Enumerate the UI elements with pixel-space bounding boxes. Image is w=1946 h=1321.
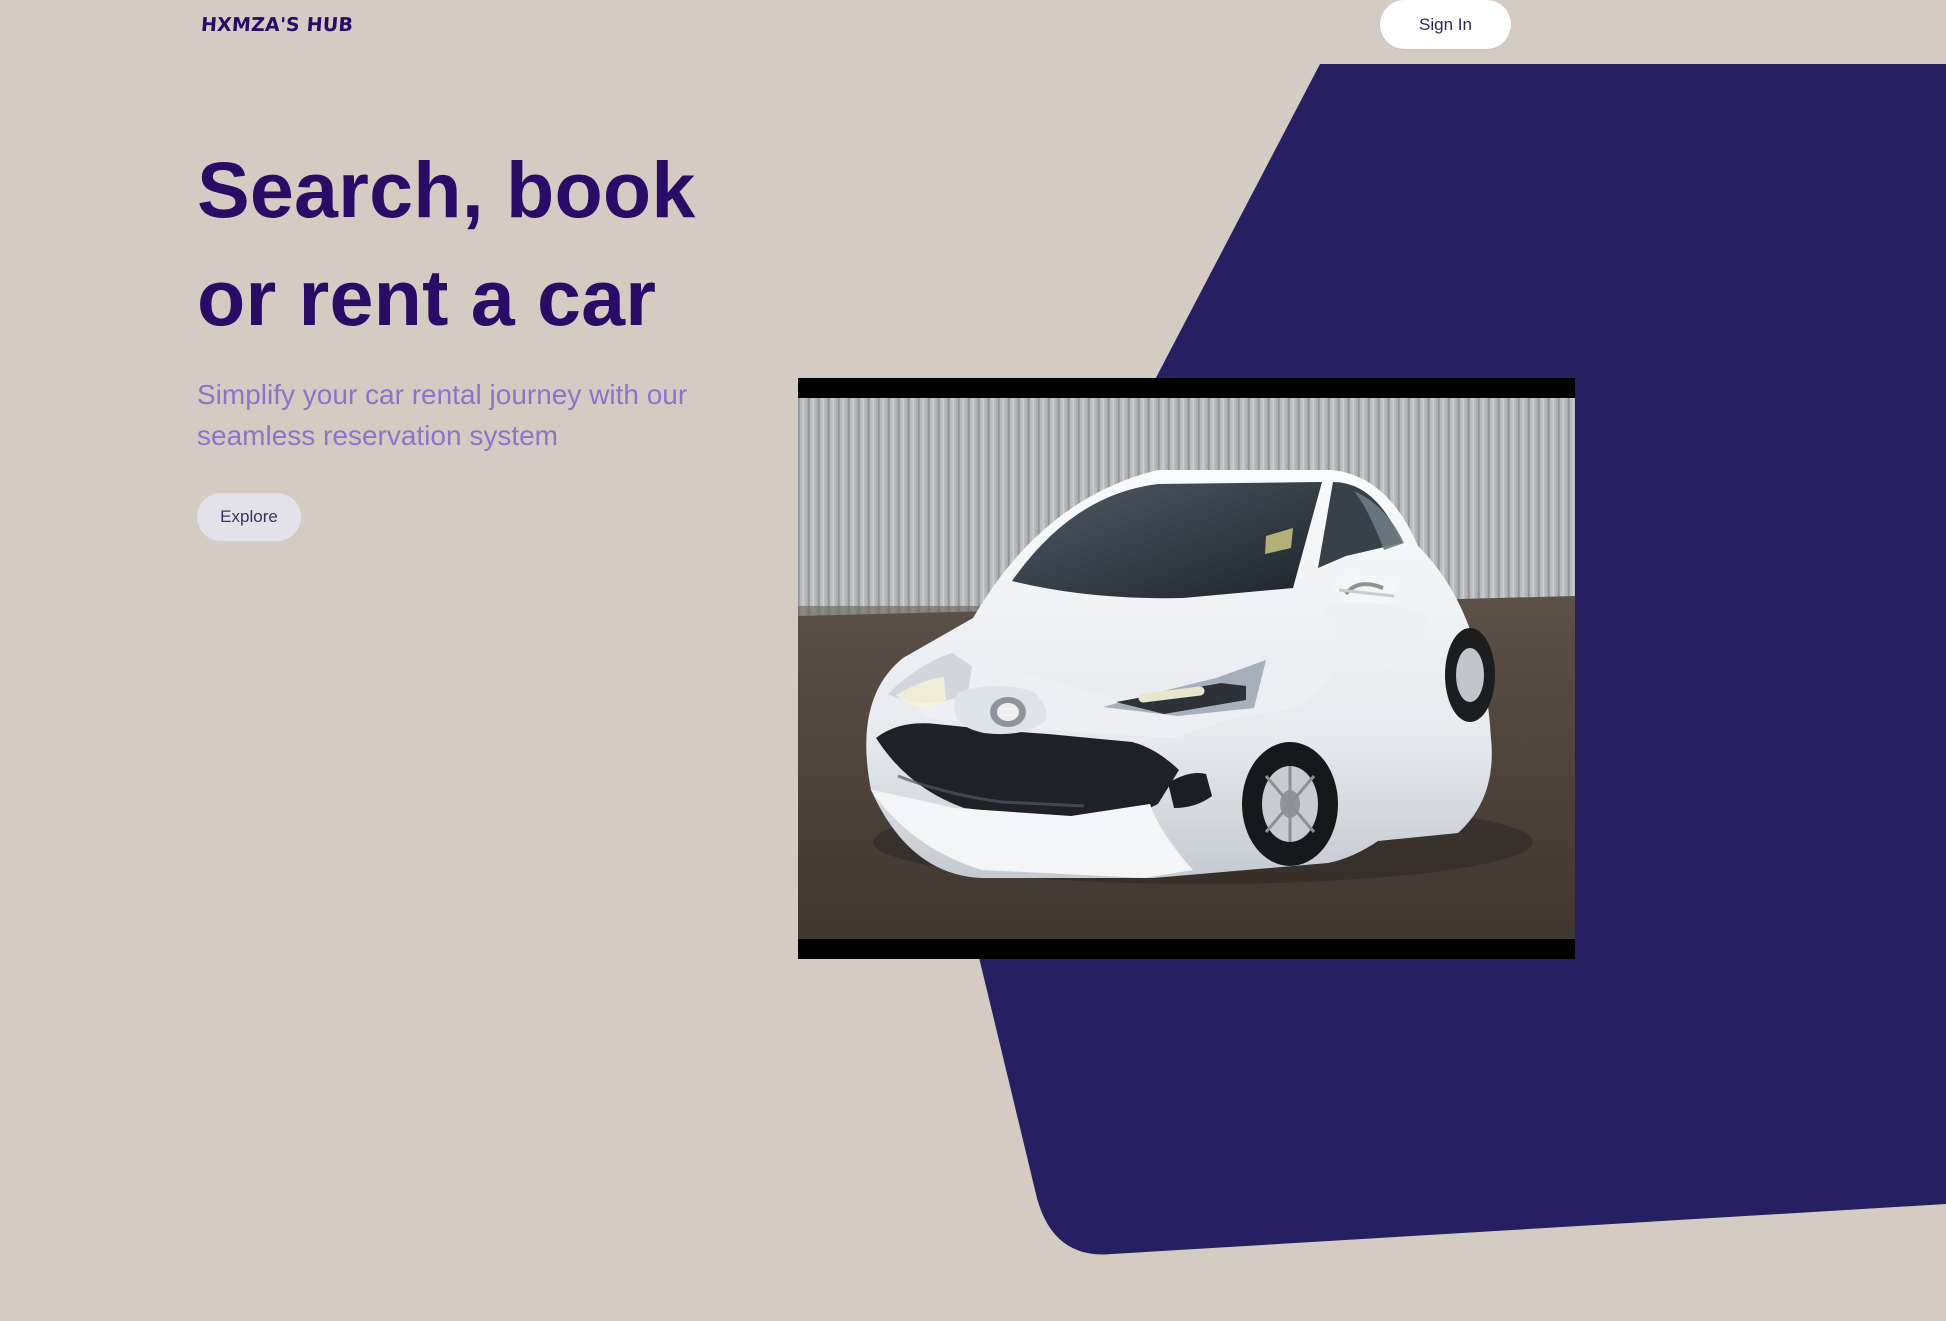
car-photo: [798, 398, 1575, 939]
car-image: [798, 378, 1575, 959]
brand-logo[interactable]: HXMZA'S HUB: [200, 11, 354, 39]
hero-title: Search, book or rent a car: [197, 136, 757, 352]
hero-subtitle: Simplify your car rental journey with ou…: [197, 379, 688, 451]
top-navbar: HXMZA'S HUB Sign In: [0, 0, 1946, 64]
hero-title-line-1: Search, book: [197, 145, 696, 234]
sign-in-button[interactable]: Sign In: [1380, 0, 1511, 49]
hero-section: Search, book or rent a car Simplify your…: [197, 136, 757, 541]
hero-title-line-2: or rent a car: [197, 253, 657, 342]
explore-button[interactable]: Explore: [197, 493, 301, 541]
